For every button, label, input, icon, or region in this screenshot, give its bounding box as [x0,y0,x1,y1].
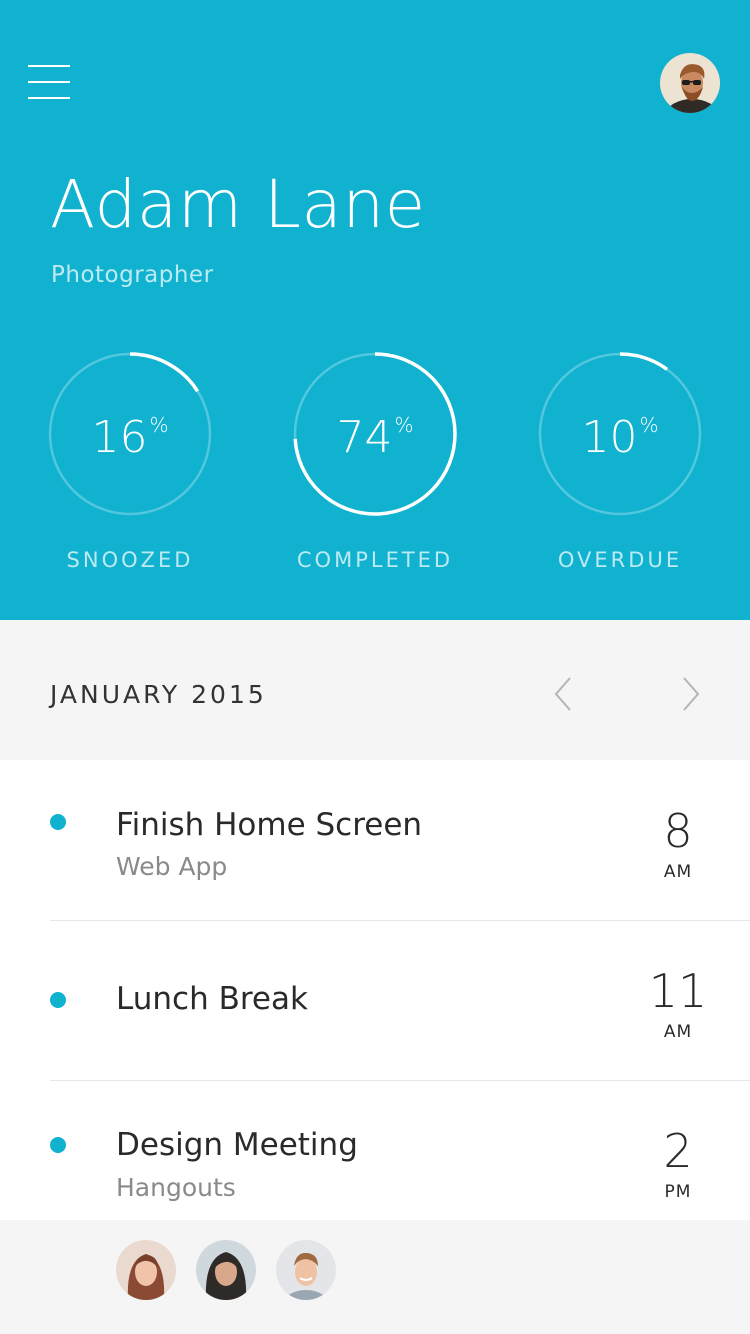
event-dot [50,992,66,1008]
stat-value: 16% [91,412,169,463]
event-hour: 8 [663,804,693,858]
event-title: Design Meeting [116,1127,358,1163]
user-avatar[interactable] [660,53,720,113]
stat-label: OVERDUE [557,548,683,572]
attendee-avatar-image [276,1240,336,1300]
event-hour: 2 [663,1124,693,1178]
stat-label: SNOOZED [66,548,194,572]
event-dot [50,814,66,830]
stat-label: COMPLETED [296,548,454,572]
menu-button[interactable] [28,64,72,102]
event-item-design-meeting[interactable]: Design Meeting Hangouts 2 PM [0,1080,750,1220]
event-period: PM [664,1182,692,1202]
profile-role: Photographer [51,262,214,288]
event-item-finish-home-screen[interactable]: Finish Home Screen Web App 8 AM [0,760,750,920]
event-item-lunch-break[interactable]: Lunch Break 11 AM [0,920,750,1080]
user-avatar-image [660,53,720,113]
meeting-attendees [0,1220,750,1334]
attendee-avatar[interactable] [196,1240,256,1300]
profile-name: Adam Lane [50,166,426,243]
stat-value: 74% [336,412,414,463]
attendee-avatar[interactable] [116,1240,176,1300]
event-period: AM [663,862,693,882]
event-period: AM [663,1022,693,1042]
profile-header: Adam Lane Photographer 16% SNOOZED 74% C… [0,0,750,620]
menu-icon [28,65,70,67]
month-label: JANUARY 2015 [50,680,267,709]
attendee-avatar-image [116,1240,176,1300]
attendee-avatar[interactable] [276,1240,336,1300]
event-subtitle: Hangouts [116,1173,236,1202]
chevron-right-icon [683,677,700,711]
next-month-button[interactable] [676,672,706,716]
chevron-left-icon [554,677,571,711]
stat-value: 10% [581,412,659,463]
event-title: Finish Home Screen [116,807,423,843]
event-dot [50,1137,66,1153]
event-list: Finish Home Screen Web App 8 AM Lunch Br… [0,760,750,1220]
event-title: Lunch Break [116,981,308,1017]
attendee-avatar-image [196,1240,256,1300]
event-hour: 11 [648,964,708,1018]
event-subtitle: Web App [116,852,228,881]
previous-month-button[interactable] [548,672,578,716]
